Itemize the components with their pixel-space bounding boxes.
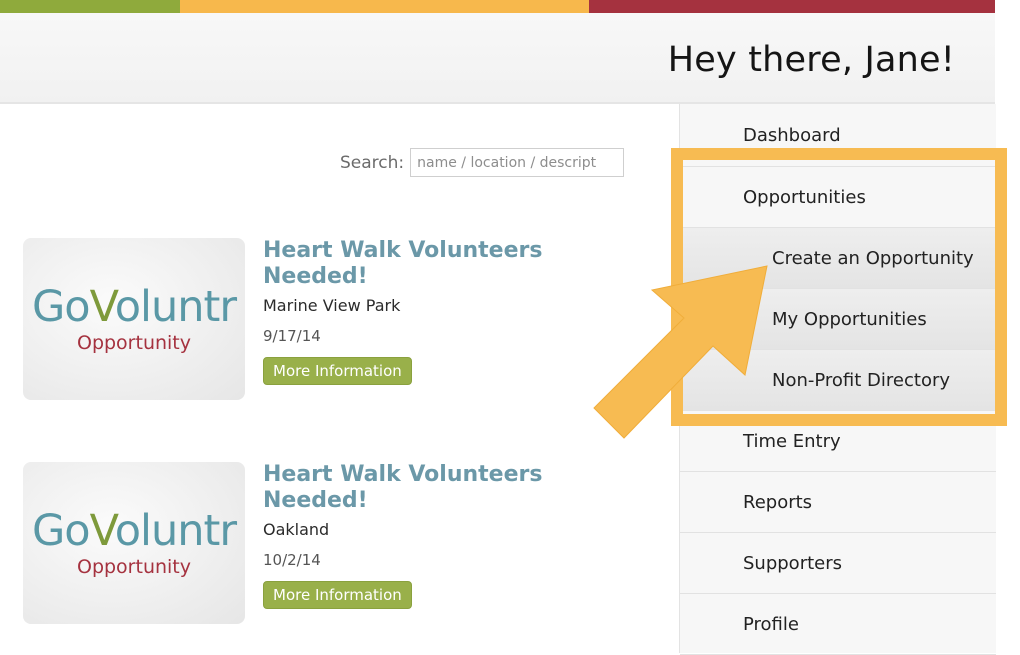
sidebar-item-opportunities[interactable]: Opportunities	[680, 167, 996, 228]
govoluntr-logo: GoVoluntr Opportunity	[23, 462, 245, 624]
more-information-button[interactable]: More Information	[263, 357, 412, 385]
opportunity-date: 10/2/14	[263, 551, 321, 569]
stripe-red	[589, 0, 995, 13]
more-information-button[interactable]: More Information	[263, 581, 412, 609]
top-color-stripe	[0, 0, 995, 13]
logo-subtitle: Opportunity	[76, 556, 192, 578]
govoluntr-logo: GoVoluntr Opportunity	[23, 238, 245, 400]
sidebar-item-dashboard[interactable]: Dashboard	[680, 104, 996, 167]
logo-subtitle: Opportunity	[76, 332, 192, 354]
opportunity-date: 9/17/14	[263, 327, 321, 345]
sidebar-item-profile[interactable]: Profile	[680, 594, 996, 655]
page-header: Hey there, Jane!	[0, 13, 995, 104]
opportunity-card: GoVoluntr Opportunity Heart Walk Volunte…	[23, 238, 623, 403]
sidebar-item-reports[interactable]: Reports	[680, 472, 996, 533]
opportunity-title[interactable]: Heart Walk Volunteers Needed!	[263, 462, 623, 514]
sidebar-item-supporters[interactable]: Supporters	[680, 533, 996, 594]
opportunity-location: Oakland	[263, 520, 330, 539]
opportunity-title[interactable]: Heart Walk Volunteers Needed!	[263, 238, 623, 290]
opportunity-card: GoVoluntr Opportunity Heart Walk Volunte…	[23, 462, 623, 627]
stripe-green	[0, 0, 180, 13]
sidebar-item-create-opportunity[interactable]: Create an Opportunity	[680, 228, 996, 289]
logo-wordmark: GoVoluntr	[31, 282, 237, 332]
logo-wordmark: GoVoluntr	[31, 506, 237, 556]
search-input[interactable]	[410, 148, 625, 177]
sidebar-item-non-profit-directory[interactable]: Non-Profit Directory	[680, 350, 996, 411]
search-label: Search:	[340, 152, 405, 173]
sidebar-item-my-opportunities[interactable]: My Opportunities	[680, 289, 996, 350]
stripe-orange	[180, 0, 589, 13]
sidebar-item-time-entry[interactable]: Time Entry	[680, 411, 996, 472]
opportunity-info: Heart Walk Volunteers Needed! Oakland 10…	[263, 462, 623, 609]
opportunity-info: Heart Walk Volunteers Needed! Marine Vie…	[263, 238, 623, 385]
search-bar: Search:	[340, 148, 625, 177]
opportunity-location: Marine View Park	[263, 296, 401, 315]
sidebar-nav: Dashboard Opportunities Create an Opport…	[679, 104, 996, 655]
greeting-text: Hey there, Jane!	[667, 40, 955, 80]
